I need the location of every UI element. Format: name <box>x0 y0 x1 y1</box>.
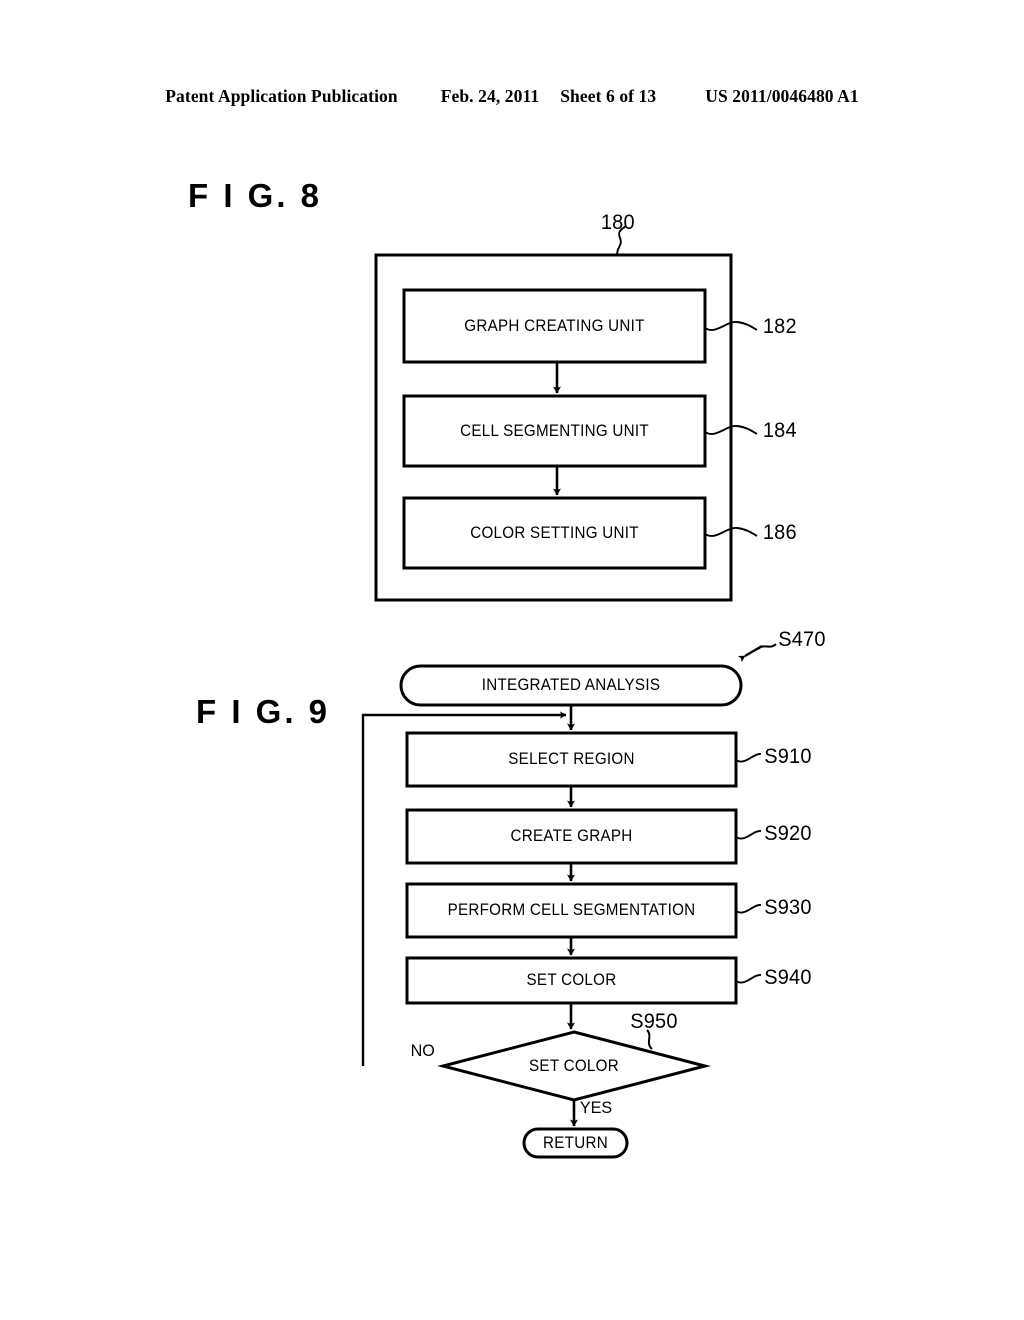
fig9-decision-label: SET COLOR <box>529 1056 619 1075</box>
ref-leader-s940 <box>735 974 762 984</box>
fig8-block-3-label: COLOR SETTING UNIT <box>470 523 639 542</box>
fig9-step-2-label: CREATE GRAPH <box>510 827 633 845</box>
fig9-ref-s940: S940 <box>764 966 812 989</box>
fig9-ref-s910: S910 <box>764 745 812 768</box>
fig9-ref-s950: S950 <box>630 1010 678 1033</box>
ref-leader-s930 <box>735 904 762 914</box>
figure-artwork <box>361 225 777 1159</box>
ref-leader-s470-arrow <box>738 644 763 663</box>
ref-leader-s920 <box>735 830 762 840</box>
fig9-ref-s470: S470 <box>778 628 826 651</box>
figure-9-label: F I G. 9 <box>196 693 331 730</box>
ref-leader-184 <box>704 425 758 435</box>
ref-leader-s910 <box>735 753 762 763</box>
fig9-end-label: RETURN <box>543 1133 608 1152</box>
fig9-ref-s930: S930 <box>764 896 812 919</box>
header-publication: Patent Application Publication <box>165 86 398 106</box>
fig9-branch-yes-label: YES <box>579 1098 613 1117</box>
header-sheet: Sheet 6 of 13 <box>560 86 657 106</box>
page-header: Patent Application Publication Feb. 24, … <box>0 86 1024 107</box>
fig9-start-label: INTEGRATED ANALYSIS <box>481 676 661 694</box>
header-patent-number: US 2011/0046480 A1 <box>705 86 859 106</box>
figure-8-label: F I G. 8 <box>188 177 323 214</box>
fig9-step-3-label: PERFORM CELL SEGMENTATION <box>447 901 696 919</box>
fig8-ref-180: 180 <box>600 211 635 234</box>
ref-leader-182 <box>704 321 758 331</box>
fig8-block-2-label: CELL SEGMENTING UNIT <box>460 421 649 440</box>
fig9-branch-no-label: NO <box>410 1041 435 1060</box>
fig9-step-1-label: SELECT REGION <box>508 750 635 768</box>
fig9-ref-s920: S920 <box>764 822 812 845</box>
fig8-ref-184: 184 <box>762 419 797 442</box>
fig8-block-1-label: GRAPH CREATING UNIT <box>464 316 645 335</box>
ref-leader-186 <box>704 527 758 537</box>
fig9-step-4-label: SET COLOR <box>526 971 617 989</box>
header-date: Feb. 24, 2011 <box>440 86 540 106</box>
ref-leader-s470 <box>757 643 777 650</box>
fig8-ref-182: 182 <box>762 315 797 338</box>
fig8-ref-186: 186 <box>762 521 797 544</box>
